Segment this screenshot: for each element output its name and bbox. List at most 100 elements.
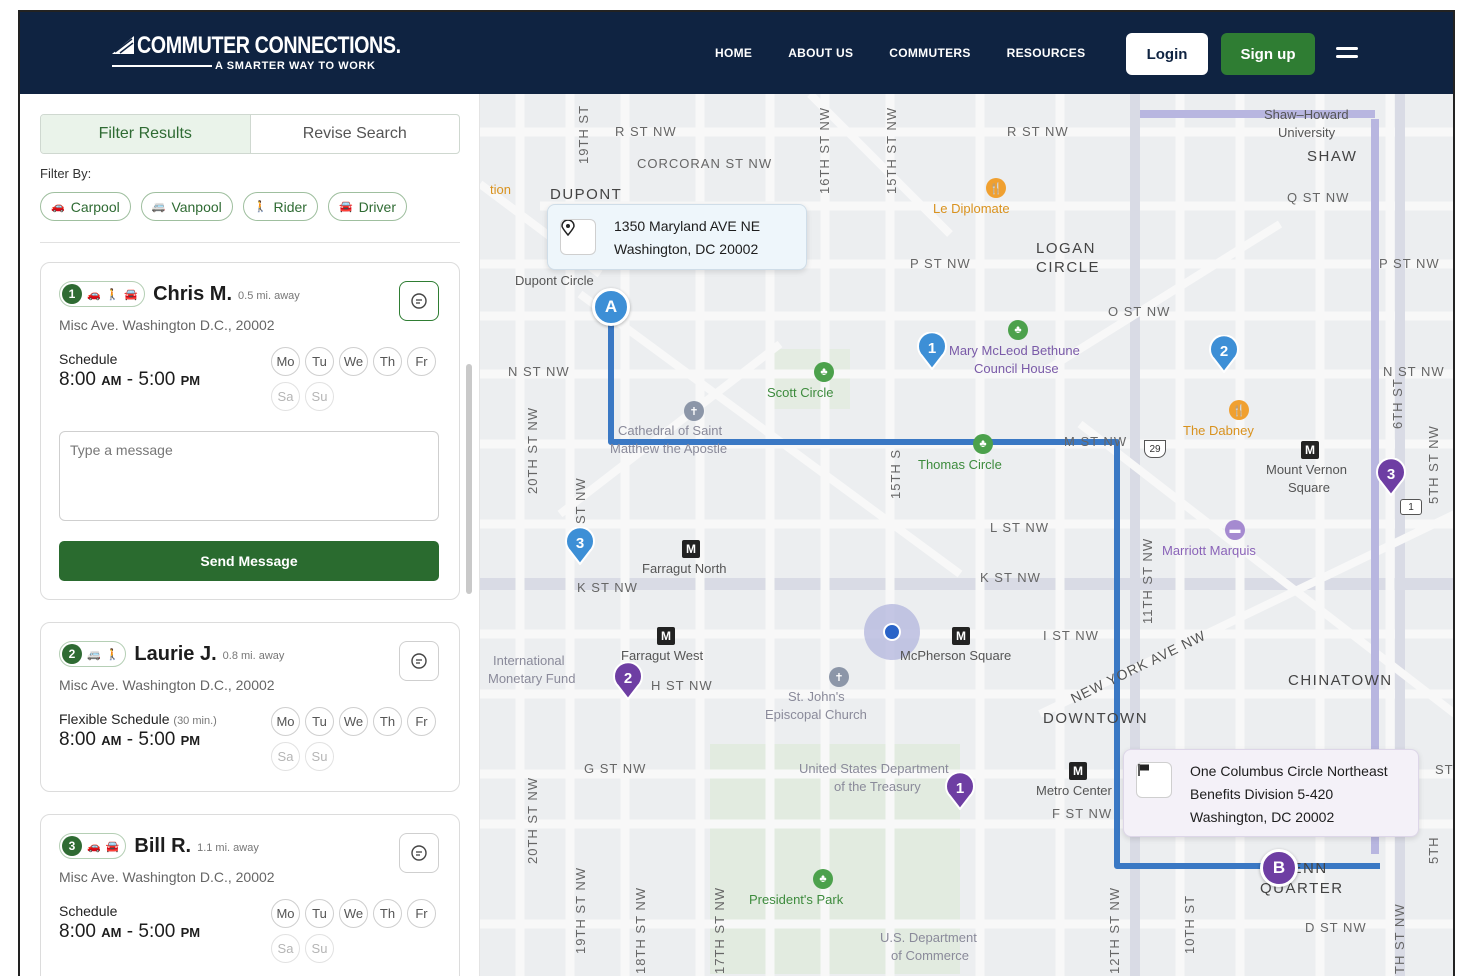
street-label: 20TH ST NW bbox=[525, 776, 540, 864]
metro-icon[interactable]: M bbox=[952, 627, 970, 645]
nav-resources[interactable]: RESOURCES bbox=[1007, 46, 1086, 60]
metro-icon[interactable]: M bbox=[1301, 441, 1319, 459]
match-pin-purple[interactable]: 1 bbox=[944, 772, 976, 810]
destination-address: One Columbus Circle Northeast Benefits D… bbox=[1190, 763, 1388, 825]
current-location-marker[interactable] bbox=[892, 620, 916, 644]
place-label: Matthew the Apostle bbox=[610, 441, 728, 456]
route-end-marker[interactable]: B bbox=[1260, 849, 1298, 887]
restaurant-icon[interactable]: 🍴 bbox=[1229, 400, 1249, 420]
match-number: 3 bbox=[62, 836, 82, 856]
location-pin-icon bbox=[560, 219, 596, 255]
street-label: P ST NW bbox=[1379, 256, 1440, 271]
place-label: The Dabney bbox=[1183, 423, 1254, 438]
match-card[interactable]: 2 🚐 🚶 Laurie J. 0.8 mi. away Misc Ave. W… bbox=[40, 622, 460, 792]
signup-button[interactable]: Sign up bbox=[1221, 33, 1315, 75]
walker-icon: 🚶 bbox=[105, 288, 120, 301]
route-shield: 29 bbox=[1144, 440, 1166, 458]
route-start-marker[interactable]: A bbox=[592, 288, 630, 326]
match-card[interactable]: 1 🚗 🚶 🚘 Chris M. 0.5 mi. away Misc Ave. … bbox=[40, 262, 460, 600]
place-label: of Commerce bbox=[891, 948, 970, 963]
street-label: ST NW bbox=[573, 477, 588, 524]
nav-commuters[interactable]: COMMUTERS bbox=[889, 46, 970, 60]
hamburger-menu-icon[interactable] bbox=[1336, 47, 1358, 61]
hotel-icon[interactable]: ▬ bbox=[1225, 520, 1245, 540]
login-button[interactable]: Login bbox=[1126, 33, 1208, 75]
street-label: 12TH ST NW bbox=[1107, 886, 1122, 974]
match-pin-purple[interactable]: 2 bbox=[612, 662, 644, 700]
car-icon: 🚗 bbox=[87, 840, 101, 853]
chat-bubble-icon bbox=[411, 293, 427, 309]
pin-number: 3 bbox=[1386, 465, 1396, 483]
route-map[interactable]: R ST NW R ST NW CORCORAN ST NW Q ST NW P… bbox=[480, 94, 1453, 976]
car-icon: 🚗 bbox=[51, 201, 65, 213]
sidebar-tabs: Filter Results Revise Search bbox=[40, 114, 460, 154]
day-we: We bbox=[339, 347, 368, 376]
place-label: International bbox=[493, 653, 565, 668]
street-label: 5TH ST NW bbox=[1426, 425, 1441, 504]
message-button[interactable] bbox=[399, 281, 439, 321]
church-icon[interactable]: ✝ bbox=[829, 667, 849, 687]
place-label: Dupont Circle bbox=[515, 273, 594, 288]
park-icon[interactable]: ♣ bbox=[814, 362, 834, 382]
neighborhood-label: DUPONT bbox=[550, 186, 623, 203]
day-mo: Mo bbox=[271, 347, 300, 376]
steering-car-icon: 🚘 bbox=[338, 201, 353, 213]
filter-by-label: Filter By: bbox=[40, 166, 92, 181]
street-label: 5TH bbox=[1426, 836, 1441, 864]
metro-icon[interactable]: M bbox=[682, 540, 700, 558]
park-icon[interactable]: ♣ bbox=[813, 869, 833, 889]
logo-underline bbox=[112, 65, 212, 67]
street-label: Q ST NW bbox=[1287, 190, 1350, 205]
day-mo: Mo bbox=[271, 899, 300, 928]
place-label: Farragut North bbox=[642, 561, 727, 576]
tab-filter-results[interactable]: Filter Results bbox=[41, 115, 251, 153]
day-su: Su bbox=[305, 742, 334, 771]
match-pin-blue[interactable]: 2 bbox=[1208, 335, 1240, 373]
commuter-distance: 1.1 mi. away bbox=[197, 842, 259, 854]
street-label: K ST NW bbox=[577, 580, 638, 595]
filter-chip-carpool[interactable]: 🚗 Carpool bbox=[40, 192, 131, 221]
match-pin-blue[interactable]: 1 bbox=[916, 332, 948, 370]
card-header: 3 🚗 🚘 Bill R. 1.1 mi. away bbox=[59, 833, 259, 859]
match-pin-blue[interactable]: 3 bbox=[564, 527, 596, 565]
neighborhood-label: CIRCLE bbox=[1036, 259, 1101, 276]
schedule-time: 8:00 AM - 5:00 PM bbox=[59, 369, 201, 390]
match-pin-purple[interactable]: 3 bbox=[1375, 458, 1407, 496]
filter-chip-rider[interactable]: 🚶 Rider bbox=[242, 192, 318, 221]
message-button[interactable] bbox=[399, 641, 439, 681]
street-label: R ST NW bbox=[615, 124, 677, 139]
send-message-button[interactable]: Send Message bbox=[59, 541, 439, 581]
sidebar-scrollbar[interactable] bbox=[466, 364, 472, 594]
park-icon[interactable]: ♣ bbox=[1008, 320, 1028, 340]
place-label: of the Treasury bbox=[834, 779, 921, 794]
street-label: 15TH ST NW bbox=[884, 106, 899, 194]
filter-chip-vanpool[interactable]: 🚐 Vanpool bbox=[140, 192, 233, 221]
church-icon[interactable]: ✝ bbox=[684, 401, 704, 421]
match-card[interactable]: 3 🚗 🚘 Bill R. 1.1 mi. away Misc Ave. Was… bbox=[40, 814, 460, 976]
street-label: 6TH ST bbox=[1390, 378, 1405, 429]
day-we: We bbox=[339, 899, 368, 928]
message-button[interactable] bbox=[399, 833, 439, 873]
nav-about-us[interactable]: ABOUT US bbox=[788, 46, 853, 60]
schedule-days: Mo Tu We Th Fr Sa Su bbox=[271, 707, 451, 771]
filter-chip-driver[interactable]: 🚘 Driver bbox=[327, 192, 407, 221]
schedule-days: Mo Tu We Th Fr Sa Su bbox=[271, 347, 451, 411]
origin-address: 1350 Maryland AVE NE Washington, DC 2000… bbox=[614, 218, 761, 257]
restaurant-icon[interactable]: 🍴 bbox=[986, 178, 1006, 198]
destination-popup[interactable]: One Columbus Circle Northeast Benefits D… bbox=[1123, 749, 1419, 837]
schedule-label: Schedule bbox=[59, 903, 118, 919]
match-modes-pill: 3 🚗 🚘 bbox=[59, 833, 127, 859]
logo-title: COMMUTER CONNECTIONS. bbox=[137, 32, 401, 59]
nav-home[interactable]: HOME bbox=[715, 46, 752, 60]
commuter-name: Chris M. bbox=[153, 282, 233, 305]
tab-revise-search[interactable]: Revise Search bbox=[251, 115, 460, 153]
message-input[interactable]: Type a message bbox=[59, 431, 439, 521]
day-fr: Fr bbox=[407, 347, 436, 376]
street-label: M ST NW bbox=[1064, 434, 1128, 449]
origin-popup[interactable]: 1350 Maryland AVE NE Washington, DC 2000… bbox=[547, 204, 807, 270]
park-icon[interactable]: ♣ bbox=[973, 434, 993, 454]
main-nav: HOME ABOUT US COMMUTERS RESOURCES bbox=[715, 46, 1085, 60]
schedule-time: 8:00 AM - 5:00 PM bbox=[59, 729, 201, 750]
metro-icon[interactable]: M bbox=[1069, 762, 1087, 780]
metro-icon[interactable]: M bbox=[657, 627, 675, 645]
